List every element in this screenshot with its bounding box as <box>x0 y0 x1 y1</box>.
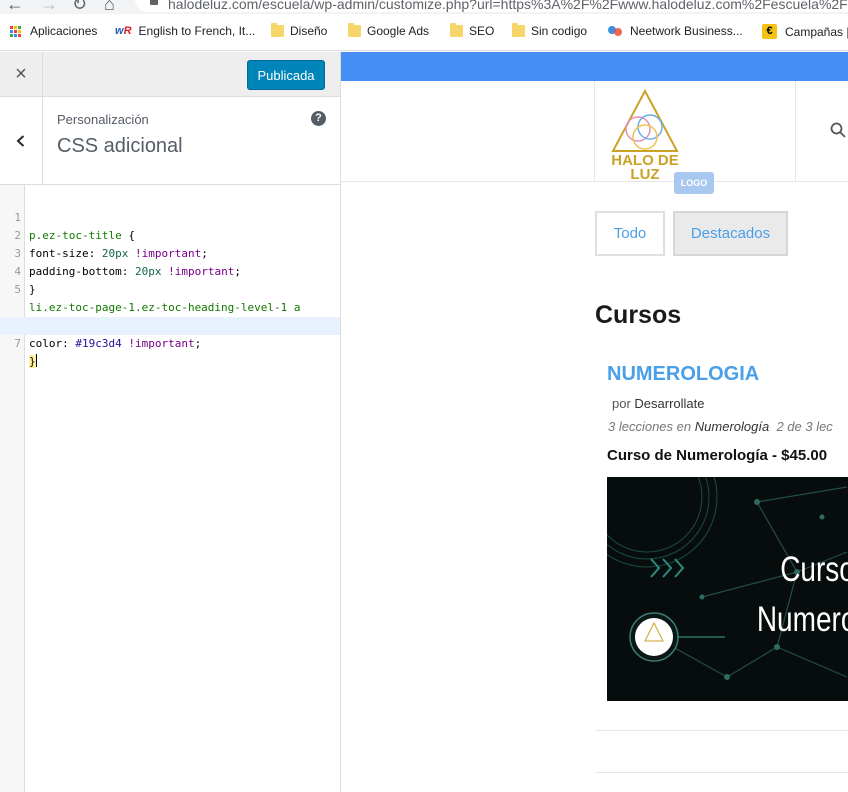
code-line[interactable]: 6 color: #19c3d4 !important; <box>0 299 340 350</box>
bookmark-label: Diseño <box>290 24 328 38</box>
bookmark-google-ads[interactable]: Google Ads <box>348 23 430 38</box>
search-icon[interactable] <box>830 122 846 138</box>
site-logo-area[interactable]: HALO DE LUZ LOGO <box>594 81 796 194</box>
course-author: por Desarrollate <box>612 396 705 411</box>
bookmark-sin-codigo[interactable]: Sin codigo <box>512 23 588 38</box>
course-progress: 2 de 3 lec <box>776 419 833 434</box>
bookmark-campanas[interactable]: € Campañas | <box>762 24 848 39</box>
lock-icon <box>150 0 158 5</box>
bookmark-label: Sin codigo <box>531 24 588 38</box>
course-thumbnail[interactable]: Curso de Numerología <box>607 477 848 701</box>
course-price: Curso de Numerología - $45.00 <box>607 447 828 464</box>
text-cursor <box>35 354 37 367</box>
code-line[interactable]: 2 font-size: 20px !important; <box>0 209 340 260</box>
code-text: color: #19c3d4 !important; <box>29 337 202 350</box>
filter-tab-all[interactable]: Todo <box>595 211 665 256</box>
divider <box>595 730 848 731</box>
lesson-count: 3 lecciones <box>608 419 674 434</box>
bookmarks-bar: Aplicaciones wR English to French, It...… <box>0 14 848 51</box>
bookmark-diseno[interactable]: Diseño <box>271 23 328 38</box>
back-arrow-icon[interactable]: ← <box>6 0 24 14</box>
thumbnail-title: Curso de Numerología <box>756 550 848 639</box>
home-icon[interactable]: ⌂ <box>104 0 115 14</box>
divider <box>595 772 848 773</box>
course-title-link[interactable]: NUMEROLOGIA <box>607 363 759 386</box>
code-line[interactable]: 3 padding-bottom: 20px !important; <box>0 227 340 278</box>
code-line-active[interactable]: 7 } <box>0 317 340 368</box>
bookmark-label: Neetwork Business... <box>630 24 743 38</box>
customizer-header: × Publicada <box>0 52 340 97</box>
section-title: CSS adicional <box>57 135 183 157</box>
back-button[interactable] <box>0 97 43 185</box>
bookmark-apps[interactable]: Aplicaciones <box>10 24 97 38</box>
code-line[interactable]: 5 li.ez-toc-page-1.ez-toc-heading-level-… <box>0 263 340 314</box>
bookmark-label: Aplicaciones <box>30 24 98 38</box>
course-category[interactable]: Numerología <box>695 419 769 434</box>
logo-badge[interactable]: LOGO <box>674 172 714 194</box>
folder-icon <box>348 23 361 37</box>
breadcrumb: Personalización <box>57 112 149 127</box>
bookmark-neetwork[interactable]: Neetwork Business... <box>608 24 743 38</box>
publish-button[interactable]: Publicada <box>247 60 325 90</box>
bookmark-wordreference[interactable]: wR English to French, It... <box>115 24 255 38</box>
apps-grid-icon <box>10 25 21 37</box>
line-number: 7 <box>14 337 21 350</box>
bookmark-label: Google Ads <box>367 24 430 38</box>
close-button[interactable]: × <box>0 52 43 97</box>
folder-icon <box>450 23 463 37</box>
neetwork-icon <box>608 26 622 36</box>
logo-text-line2: LUZ <box>630 166 659 181</box>
reload-icon[interactable]: ↻ <box>72 0 87 14</box>
url-text[interactable]: halodeluz.com/escuela/wp-admin/customize… <box>168 0 848 12</box>
chevron-left-icon <box>16 135 25 147</box>
filter-tab-featured[interactable]: Destacados <box>673 211 788 256</box>
bookmark-seo[interactable]: SEO <box>450 23 495 38</box>
help-icon[interactable]: ? <box>311 111 326 126</box>
folder-icon <box>271 23 284 37</box>
forward-arrow-icon[interactable]: → <box>40 0 58 14</box>
browser-address-bar: ← → ↻ ⌂ halodeluz.com/escuela/wp-admin/c… <box>0 0 848 14</box>
bookmark-label: English to French, It... <box>138 24 256 38</box>
bookmark-label: SEO <box>469 24 495 38</box>
site-preview: HALO DE LUZ LOGO Todo Destacados Cursos … <box>341 52 848 792</box>
halo-de-luz-logo: HALO DE LUZ <box>611 88 679 181</box>
code-line[interactable]: 1 p.ez-toc-title { <box>0 191 340 242</box>
code-text: } <box>29 354 37 368</box>
code-line[interactable]: 4 } <box>0 245 340 296</box>
bookmark-label: Campañas | <box>785 24 848 39</box>
author-prefix: por <box>612 396 631 411</box>
author-name[interactable]: Desarrollate <box>634 396 704 411</box>
folder-icon <box>512 23 525 37</box>
wordreference-icon: wR <box>115 25 132 37</box>
customizer-sidebar: × Publicada Personalización CSS adiciona… <box>0 52 341 792</box>
campaign-icon: € <box>762 24 777 39</box>
courses-heading: Cursos <box>595 301 682 329</box>
in-label: en <box>676 419 692 434</box>
css-code-editor[interactable]: 1 p.ez-toc-title { 2 font-size: 20px !im… <box>0 185 340 792</box>
course-meta: 3 lecciones en Numerología 2 de 3 lec <box>608 419 833 434</box>
section-header: Personalización CSS adicional ? <box>0 97 340 185</box>
code-line[interactable]: { <box>0 281 340 332</box>
top-bar <box>341 52 848 81</box>
